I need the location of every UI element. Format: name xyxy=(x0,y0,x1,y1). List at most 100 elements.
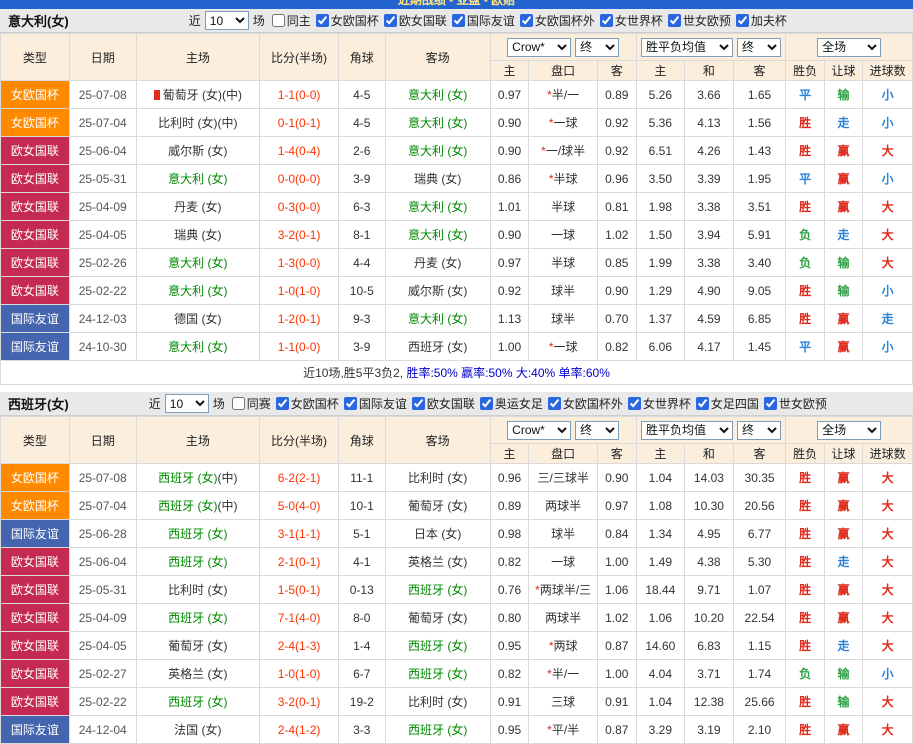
competition-type-badge[interactable]: 欧女国联 xyxy=(0,575,70,604)
odds-company-select[interactable]: Crow* xyxy=(507,37,572,57)
away-team[interactable]: 葡萄牙 (女) xyxy=(384,603,491,632)
filter-checkbox[interactable] xyxy=(315,14,329,27)
competition-type-badge[interactable]: 欧女国联 xyxy=(0,603,70,632)
score[interactable]: 7-1(4-0) xyxy=(259,603,340,632)
competition-type-badge[interactable]: 国际友谊 xyxy=(0,519,70,548)
competition-type-badge[interactable]: 女欧国杯 xyxy=(0,108,70,137)
filter-checkbox[interactable] xyxy=(695,397,709,410)
filter-checkbox[interactable] xyxy=(627,397,641,410)
filter-item[interactable]: 女欧国杯 xyxy=(315,12,379,29)
home-team[interactable]: 丹麦 (女) xyxy=(135,192,261,221)
away-team[interactable]: 意大利 (女) xyxy=(384,136,491,165)
same-filter-item[interactable]: 同赛 xyxy=(231,395,271,412)
filter-checkbox[interactable] xyxy=(519,14,533,27)
away-team[interactable]: 比利时 (女) xyxy=(384,463,491,492)
competition-type-badge[interactable]: 国际友谊 xyxy=(0,332,70,361)
score[interactable]: 1-3(0-0) xyxy=(259,248,340,277)
competition-type-badge[interactable]: 女欧国杯 xyxy=(0,491,70,520)
away-team[interactable]: 比利时 (女) xyxy=(384,687,491,716)
away-team[interactable]: 意大利 (女) xyxy=(384,304,491,333)
fulltime-select[interactable]: 全场 xyxy=(817,37,882,57)
competition-type-badge[interactable]: 欧女国联 xyxy=(0,220,70,249)
score[interactable]: 1-5(0-1) xyxy=(259,575,340,604)
score[interactable]: 0-0(0-0) xyxy=(259,164,340,193)
competition-type-badge[interactable]: 国际友谊 xyxy=(0,715,70,744)
away-team[interactable]: 瑞典 (女) xyxy=(384,164,491,193)
filter-checkbox[interactable] xyxy=(271,14,285,27)
competition-type-badge[interactable]: 女欧国杯 xyxy=(0,463,70,492)
away-team[interactable]: 西班牙 (女) xyxy=(384,575,491,604)
home-team[interactable]: 比利时 (女)(中) xyxy=(135,108,261,137)
away-team[interactable]: 威尔斯 (女) xyxy=(384,276,491,305)
filter-item[interactable]: 加夫杯 xyxy=(735,12,787,29)
home-team[interactable]: 瑞典 (女) xyxy=(135,220,261,249)
filter-checkbox[interactable] xyxy=(231,397,245,410)
competition-type-badge[interactable]: 欧女国联 xyxy=(0,136,70,165)
filter-item[interactable]: 女世界杯 xyxy=(627,395,691,412)
home-team[interactable]: 西班牙 (女) xyxy=(135,687,261,716)
home-team[interactable]: 西班牙 (女) xyxy=(135,547,261,576)
away-team[interactable]: 葡萄牙 (女) xyxy=(384,491,491,520)
away-team[interactable]: 丹麦 (女) xyxy=(384,248,491,277)
away-team[interactable]: 西班牙 (女) xyxy=(384,659,491,688)
filter-checkbox[interactable] xyxy=(735,14,749,27)
filter-checkbox[interactable] xyxy=(667,14,681,27)
home-team[interactable]: 德国 (女) xyxy=(135,304,261,333)
filter-checkbox[interactable] xyxy=(411,397,425,410)
score[interactable]: 1-2(0-1) xyxy=(259,304,340,333)
score[interactable]: 2-4(1-3) xyxy=(259,631,340,660)
away-team[interactable]: 西班牙 (女) xyxy=(384,631,491,660)
europe-avg-select[interactable]: 胜平负均值 xyxy=(640,420,733,440)
competition-type-badge[interactable]: 欧女国联 xyxy=(0,687,70,716)
europe-time-select[interactable]: 终 xyxy=(736,37,781,57)
home-team[interactable]: 意大利 (女) xyxy=(135,248,261,277)
away-team[interactable]: 意大利 (女) xyxy=(384,80,491,109)
filter-checkbox[interactable] xyxy=(599,14,613,27)
home-team[interactable]: 西班牙 (女)(中) xyxy=(135,463,261,492)
competition-type-badge[interactable]: 欧女国联 xyxy=(0,248,70,277)
competition-type-badge[interactable]: 女欧国杯 xyxy=(0,80,70,109)
score[interactable]: 3-2(0-1) xyxy=(259,687,340,716)
filter-item[interactable]: 女世界杯 xyxy=(599,12,663,29)
away-team[interactable]: 意大利 (女) xyxy=(384,220,491,249)
competition-type-badge[interactable]: 欧女国联 xyxy=(0,547,70,576)
europe-time-select[interactable]: 终 xyxy=(736,420,781,440)
competition-type-badge[interactable]: 欧女国联 xyxy=(0,164,70,193)
filter-item[interactable]: 世女欧预 xyxy=(763,395,827,412)
filter-item[interactable]: 国际友谊 xyxy=(343,395,407,412)
filter-item[interactable]: 欧女国联 xyxy=(383,12,447,29)
competition-type-badge[interactable]: 国际友谊 xyxy=(0,304,70,333)
score[interactable]: 1-0(1-0) xyxy=(259,659,340,688)
home-team[interactable]: 意大利 (女) xyxy=(135,332,261,361)
score[interactable]: 3-2(0-1) xyxy=(259,220,340,249)
filter-item[interactable]: 女足四国 xyxy=(695,395,759,412)
score[interactable]: 0-3(0-0) xyxy=(259,192,340,221)
filter-item[interactable]: 奥运女足 xyxy=(479,395,543,412)
home-team[interactable]: 西班牙 (女) xyxy=(135,603,261,632)
europe-avg-select[interactable]: 胜平负均值 xyxy=(640,37,733,57)
fulltime-select[interactable]: 全场 xyxy=(817,420,882,440)
score[interactable]: 3-1(1-1) xyxy=(259,519,340,548)
filter-checkbox[interactable] xyxy=(275,397,289,410)
filter-item[interactable]: 女欧国杯 xyxy=(275,395,339,412)
away-team[interactable]: 意大利 (女) xyxy=(384,108,491,137)
count-select[interactable]: 10 xyxy=(164,394,209,413)
away-team[interactable]: 英格兰 (女) xyxy=(384,547,491,576)
competition-type-badge[interactable]: 欧女国联 xyxy=(0,659,70,688)
competition-type-badge[interactable]: 欧女国联 xyxy=(0,276,70,305)
odds-company-select[interactable]: Crow* xyxy=(507,420,572,440)
score[interactable]: 0-1(0-1) xyxy=(259,108,340,137)
filter-checkbox[interactable] xyxy=(451,14,465,27)
away-team[interactable]: 日本 (女) xyxy=(384,519,491,548)
score[interactable]: 6-2(2-1) xyxy=(259,463,340,492)
top-bar-title[interactable]: 近期战绩 - 亚盘 - 欧赔 xyxy=(0,0,913,9)
score[interactable]: 1-0(1-0) xyxy=(259,276,340,305)
count-select[interactable]: 10 xyxy=(204,11,249,30)
score[interactable]: 2-1(0-1) xyxy=(259,547,340,576)
odds-time-select[interactable]: 终 xyxy=(575,37,620,57)
odds-time-select[interactable]: 终 xyxy=(575,420,620,440)
filter-item[interactable]: 女欧国杯外 xyxy=(547,395,623,412)
filter-item[interactable]: 欧女国联 xyxy=(411,395,475,412)
filter-checkbox[interactable] xyxy=(343,397,357,410)
home-team[interactable]: 意大利 (女) xyxy=(135,276,261,305)
